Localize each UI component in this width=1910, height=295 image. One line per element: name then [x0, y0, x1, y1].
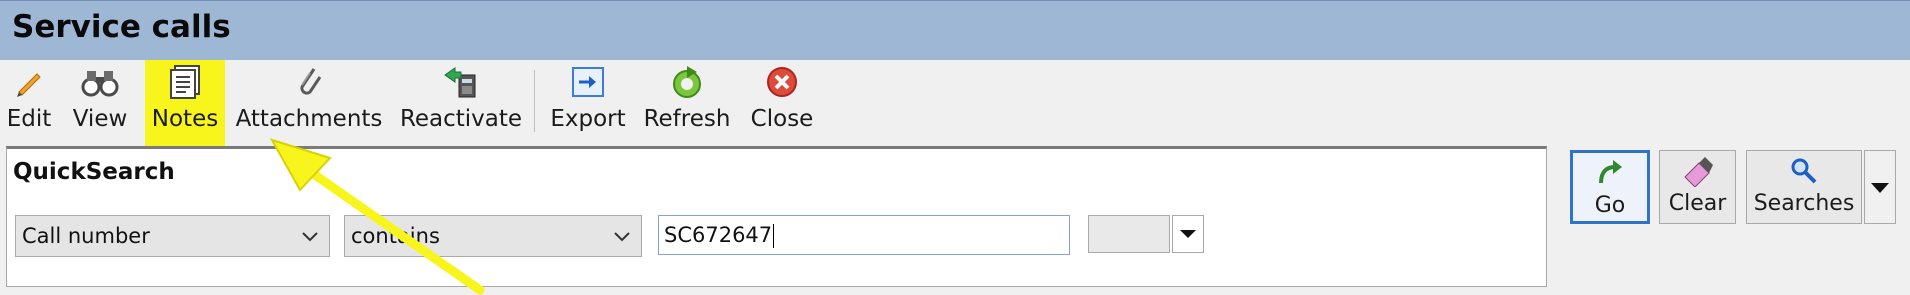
refresh-icon: [669, 60, 705, 104]
clear-label: Clear: [1668, 191, 1727, 216]
toolbar-separator: [534, 70, 535, 132]
export-label: Export: [550, 106, 626, 132]
edit-label: Edit: [6, 106, 52, 132]
search-value-text: SC672647: [664, 223, 773, 247]
view-button[interactable]: View: [69, 60, 131, 146]
export-button[interactable]: Export: [550, 60, 626, 146]
go-label: Go: [1594, 193, 1626, 218]
page-title: Service calls: [12, 9, 231, 45]
paperclip-icon: [294, 60, 324, 104]
searches-button[interactable]: Searches: [1746, 150, 1862, 224]
close-icon: [765, 60, 799, 104]
search-value-input[interactable]: SC672647: [658, 215, 1070, 255]
export-icon: [571, 60, 605, 104]
view-label: View: [72, 106, 128, 132]
notes-label: Notes: [151, 106, 219, 132]
search-field-value: Call number: [22, 224, 150, 248]
edit-button[interactable]: Edit: [6, 60, 52, 146]
notes-icon: [168, 60, 202, 104]
eraser-icon: [1681, 151, 1715, 191]
search-operator-value: contains: [351, 224, 440, 248]
attachments-button[interactable]: Attachments: [235, 60, 383, 146]
dropdown-triangle-icon: [1865, 183, 1895, 227]
extra-filter-select[interactable]: [1088, 215, 1170, 253]
reactivate-button[interactable]: Reactivate: [399, 60, 523, 146]
chevron-down-icon: [611, 222, 633, 255]
reactivate-icon: [443, 60, 479, 104]
pencil-icon: [13, 60, 45, 104]
clear-button[interactable]: Clear: [1659, 150, 1736, 224]
close-label: Close: [750, 106, 814, 132]
go-arrow-icon: [1595, 153, 1625, 193]
refresh-button[interactable]: Refresh: [642, 60, 732, 146]
title-bar: Service calls: [0, 0, 1910, 60]
close-button[interactable]: Close: [748, 60, 816, 146]
quicksearch-title: QuickSearch: [13, 159, 175, 185]
text-caret: [773, 224, 775, 248]
magnifier-icon: [1789, 151, 1819, 191]
searches-dropdown[interactable]: [1864, 150, 1896, 224]
toolbar: Edit View Notes Attachments Reactivate E…: [0, 60, 1910, 146]
searches-label: Searches: [1753, 191, 1855, 216]
extra-filter-dropdown[interactable]: [1172, 215, 1204, 253]
attachments-label: Attachments: [235, 106, 383, 132]
dropdown-triangle-icon: [1173, 230, 1203, 256]
refresh-label: Refresh: [643, 106, 731, 132]
search-field-select[interactable]: Call number: [15, 215, 330, 257]
quicksearch-panel: QuickSearch Call number contains SC67264…: [6, 146, 1547, 287]
chevron-down-icon: [299, 222, 321, 255]
notes-button[interactable]: Notes: [145, 60, 225, 146]
binoculars-icon: [81, 60, 119, 104]
go-button[interactable]: Go: [1570, 150, 1650, 224]
reactivate-label: Reactivate: [399, 106, 523, 132]
search-operator-select[interactable]: contains: [344, 215, 642, 257]
